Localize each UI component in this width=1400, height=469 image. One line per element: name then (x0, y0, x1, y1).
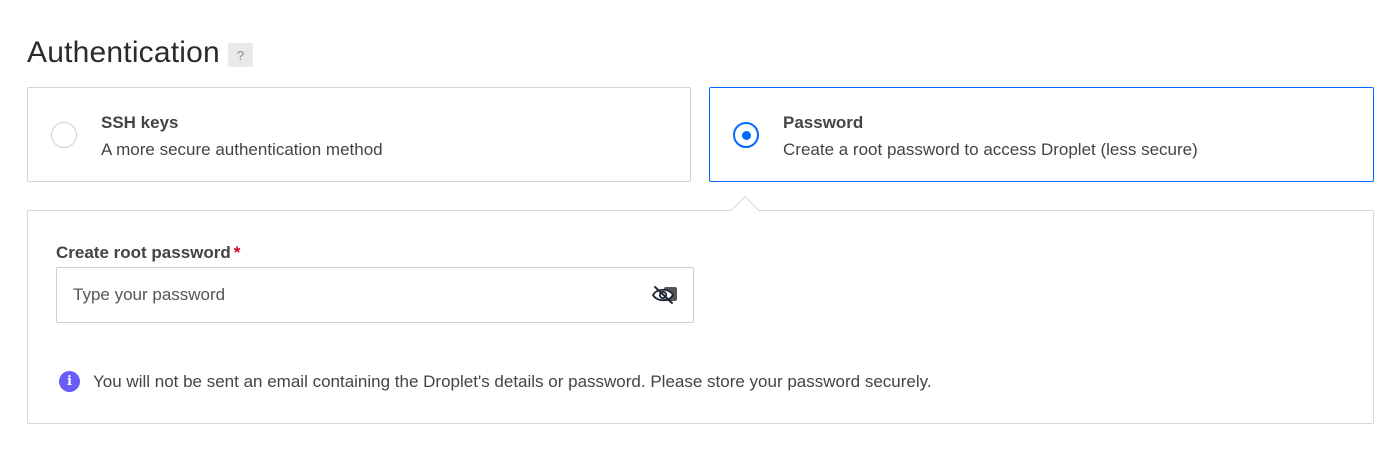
password-label-text: Create root password (56, 243, 231, 262)
password-text: Password Create a root password to acces… (783, 113, 1198, 160)
section-title: Authentication (27, 36, 220, 69)
password-field-label: Create root password * (56, 243, 240, 263)
eye-slash-icon[interactable] (651, 284, 679, 306)
password-panel: Create root password * i You will not be … (27, 210, 1374, 424)
help-icon[interactable]: ? (227, 43, 253, 67)
radio-selected-dot (741, 130, 751, 140)
info-text: You will not be sent an email containing… (93, 371, 932, 391)
auth-option-password[interactable]: Password Create a root password to acces… (709, 87, 1374, 182)
password-title: Password (783, 113, 864, 132)
ssh-keys-title: SSH keys (101, 113, 179, 132)
ssh-keys-text: SSH keys A more secure authentication me… (101, 113, 383, 160)
required-marker: * (233, 243, 241, 262)
info-notice: i You will not be sent an email containi… (59, 371, 932, 392)
ssh-keys-radio[interactable] (51, 122, 77, 148)
ssh-keys-description: A more secure authentication method (101, 140, 383, 159)
auth-option-ssh-keys[interactable]: SSH keys A more secure authentication me… (27, 87, 691, 182)
password-input[interactable] (57, 268, 693, 322)
password-input-wrapper (56, 267, 694, 323)
password-description: Create a root password to access Droplet… (783, 140, 1198, 159)
info-icon: i (59, 371, 80, 392)
password-radio[interactable] (733, 122, 759, 148)
section-header: Authentication ? (27, 36, 253, 70)
